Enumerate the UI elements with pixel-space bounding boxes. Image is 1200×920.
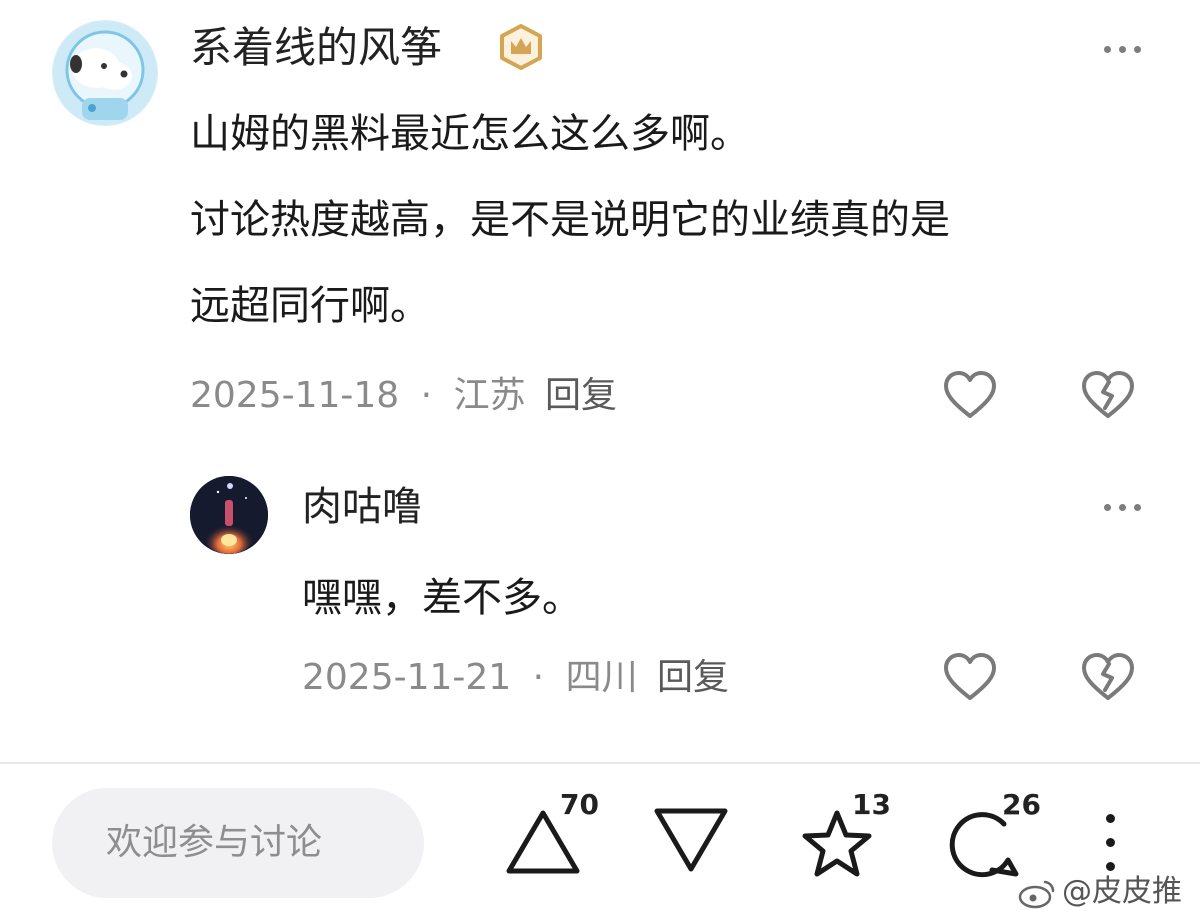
commenter-username[interactable]: 系着线的风筝 xyxy=(190,20,442,76)
comment-text-line: 远超同行啊。 xyxy=(190,283,430,329)
crown-badge-icon xyxy=(498,24,544,70)
upvote-button[interactable]: 70 xyxy=(504,790,604,886)
comment-text: 山姆的黑料最近怎么这么多啊。 讨论热度越高，是不是说明它的业绩真的是 远超同行啊… xyxy=(190,104,950,362)
meta-separator: · xyxy=(532,657,545,698)
more-options-icon[interactable] xyxy=(1104,44,1144,54)
like-heart-icon[interactable] xyxy=(942,368,998,424)
comment-date: 2025-11-18 xyxy=(190,375,400,416)
comment-input[interactable]: 欢迎参与讨论 xyxy=(52,788,424,898)
astronaut-dog-avatar-image xyxy=(53,21,157,125)
favorite-button[interactable]: 13 xyxy=(800,790,900,886)
reply-more-options-icon[interactable] xyxy=(1104,502,1144,512)
comment-text-line: 讨论热度越高，是不是说明它的业绩真的是 xyxy=(190,197,950,243)
bottom-bar-divider xyxy=(0,762,1200,764)
reply-text: 嘿嘿，差不多。 xyxy=(302,575,582,621)
comment-count: 26 xyxy=(1002,788,1041,821)
reply-date: 2025-11-21 xyxy=(302,657,512,698)
comment-text-line: 山姆的黑料最近怎么这么多啊。 xyxy=(190,111,750,157)
more-vertical-icon[interactable] xyxy=(1104,812,1118,874)
downvote-button[interactable] xyxy=(652,806,732,886)
reply-meta: 2025-11-21 · 四川 回复 xyxy=(302,654,729,702)
rocket-launch-avatar-image xyxy=(190,476,268,554)
downvote-triangle-icon xyxy=(654,808,728,872)
comment-meta: 2025-11-18 · 江苏 回复 xyxy=(190,372,617,420)
favorite-count: 13 xyxy=(852,788,891,821)
reply-reply-button[interactable]: 回复 xyxy=(657,657,729,698)
weibo-logo-icon xyxy=(1018,880,1055,908)
comment-location: 江苏 xyxy=(453,375,526,416)
reply-button[interactable]: 回复 xyxy=(545,375,617,416)
replier-avatar[interactable] xyxy=(190,476,268,554)
reply-dislike-broken-heart-icon[interactable] xyxy=(1080,650,1136,706)
upvote-count: 70 xyxy=(560,788,599,821)
watermark-text: @皮皮推 xyxy=(1062,874,1182,909)
commenter-avatar[interactable] xyxy=(52,20,158,126)
replier-username[interactable]: 肉咕噜 xyxy=(302,480,422,534)
comment-input-placeholder: 欢迎参与讨论 xyxy=(106,822,323,863)
reply-like-heart-icon[interactable] xyxy=(942,650,998,706)
reply-location: 四川 xyxy=(565,657,638,698)
dislike-broken-heart-icon[interactable] xyxy=(1080,368,1136,424)
watermark: @皮皮推 xyxy=(1018,872,1182,912)
meta-separator: · xyxy=(420,375,433,416)
